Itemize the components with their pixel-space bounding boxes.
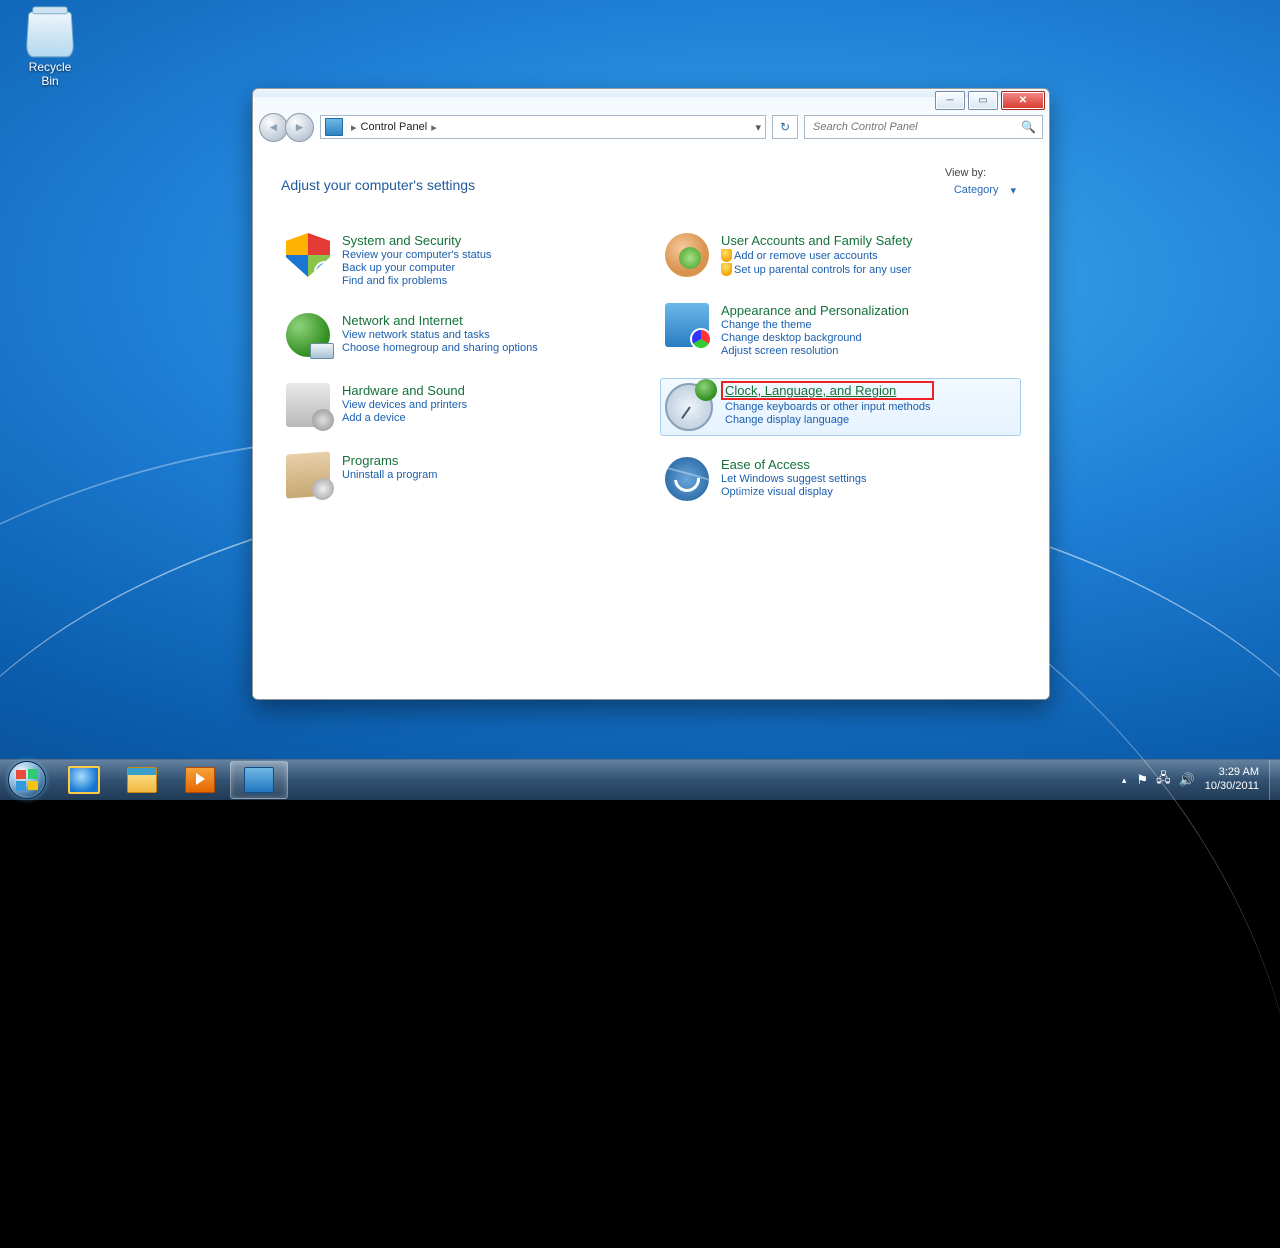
control-panel-icon bbox=[244, 767, 274, 793]
search-icon[interactable]: 🔍 bbox=[1021, 120, 1036, 134]
tray-time: 3:29 AM bbox=[1205, 766, 1259, 780]
category-system-security[interactable]: System and Security Review your computer… bbox=[281, 228, 642, 292]
annotation-highlight: Clock, Language, and Region bbox=[721, 381, 934, 400]
forward-button[interactable]: ► bbox=[285, 113, 314, 142]
nav-toolbar: ◄ ► ▸ Control Panel ▸ ▾ ↻ 🔍 bbox=[253, 111, 1049, 143]
breadcrumb-sep-icon[interactable]: ▸ bbox=[431, 121, 437, 134]
category-link[interactable]: Change display language bbox=[725, 414, 930, 426]
close-button[interactable]: ✕ bbox=[1001, 91, 1045, 110]
category-link[interactable]: Review your computer's status bbox=[342, 249, 491, 261]
media-player-icon bbox=[185, 767, 215, 793]
category-programs[interactable]: Programs Uninstall a program bbox=[281, 448, 642, 502]
category-link[interactable]: Optimize visual display bbox=[721, 486, 867, 498]
task-explorer[interactable] bbox=[114, 762, 170, 798]
task-ie[interactable] bbox=[56, 762, 112, 798]
task-media-player[interactable] bbox=[172, 762, 228, 798]
category-title[interactable]: Clock, Language, and Region bbox=[725, 383, 896, 398]
category-link[interactable]: Find and fix problems bbox=[342, 275, 491, 287]
category-link[interactable]: Choose homegroup and sharing options bbox=[342, 342, 538, 354]
view-by-control[interactable]: View by: Category ▾ bbox=[945, 167, 1021, 202]
accessibility-icon bbox=[665, 457, 709, 501]
category-link[interactable]: Adjust screen resolution bbox=[721, 345, 909, 357]
network-icon[interactable]: 🖧 bbox=[1156, 769, 1171, 791]
address-bar[interactable]: ▸ Control Panel ▸ ▾ bbox=[320, 115, 766, 139]
category-title[interactable]: System and Security bbox=[342, 233, 491, 248]
category-ease-of-access[interactable]: Ease of Access Let Windows suggest setti… bbox=[660, 452, 1021, 506]
start-button[interactable] bbox=[0, 760, 54, 800]
box-icon bbox=[286, 451, 330, 498]
refresh-button[interactable]: ↻ bbox=[772, 115, 798, 139]
category-network-internet[interactable]: Network and Internet View network status… bbox=[281, 308, 642, 362]
tray-overflow-button[interactable]: ▴ bbox=[1122, 775, 1127, 786]
category-link[interactable]: Uninstall a program bbox=[342, 469, 437, 481]
task-control-panel[interactable] bbox=[230, 761, 288, 799]
address-dropdown-icon[interactable]: ▾ bbox=[755, 121, 761, 134]
breadcrumb-sep-icon: ▸ bbox=[351, 121, 357, 134]
view-by-label: View by: bbox=[945, 167, 986, 179]
people-icon bbox=[665, 233, 709, 277]
left-column: System and Security Review your computer… bbox=[281, 228, 642, 506]
ie-icon bbox=[68, 766, 100, 794]
page-title: Adjust your computer's settings bbox=[281, 177, 475, 193]
content-area: Adjust your computer's settings View by:… bbox=[253, 143, 1049, 699]
uac-shield-icon bbox=[721, 263, 732, 276]
volume-icon[interactable]: 🔊 bbox=[1179, 772, 1195, 788]
back-button[interactable]: ◄ bbox=[259, 113, 288, 142]
category-appearance[interactable]: Appearance and Personalization Change th… bbox=[660, 298, 1021, 362]
search-box[interactable]: 🔍 bbox=[804, 115, 1043, 139]
category-title[interactable]: User Accounts and Family Safety bbox=[721, 233, 912, 248]
task-buttons bbox=[54, 760, 290, 800]
printer-icon bbox=[286, 383, 330, 427]
right-column: User Accounts and Family Safety Add or r… bbox=[660, 228, 1021, 506]
category-user-accounts[interactable]: User Accounts and Family Safety Add or r… bbox=[660, 228, 1021, 282]
category-link[interactable]: View devices and printers bbox=[342, 399, 467, 411]
globe-icon bbox=[286, 313, 330, 357]
titlebar[interactable]: ─ ▭ ✕ bbox=[253, 89, 1049, 111]
folder-icon bbox=[127, 767, 157, 793]
category-link[interactable]: View network status and tasks bbox=[342, 329, 538, 341]
category-link[interactable]: Back up your computer bbox=[342, 262, 491, 274]
category-link[interactable]: Set up parental controls for any user bbox=[721, 263, 912, 276]
chevron-down-icon: ▾ bbox=[1010, 184, 1016, 197]
category-link[interactable]: Change desktop background bbox=[721, 332, 909, 344]
category-link[interactable]: Add a device bbox=[342, 412, 467, 424]
category-hardware-sound[interactable]: Hardware and Sound View devices and prin… bbox=[281, 378, 642, 432]
category-title[interactable]: Appearance and Personalization bbox=[721, 303, 909, 318]
category-link[interactable]: Change the theme bbox=[721, 319, 909, 331]
clock-icon bbox=[665, 383, 713, 431]
category-link[interactable]: Add or remove user accounts bbox=[721, 249, 912, 262]
uac-shield-icon bbox=[721, 249, 732, 262]
tray-date: 10/30/2011 bbox=[1205, 780, 1259, 794]
windows-orb-icon bbox=[8, 761, 46, 799]
taskbar[interactable]: ▴ ⚑ 🖧 🔊 3:29 AM 10/30/2011 bbox=[0, 759, 1280, 800]
category-link[interactable]: Let Windows suggest settings bbox=[721, 473, 867, 485]
category-title[interactable]: Hardware and Sound bbox=[342, 383, 467, 398]
category-title[interactable]: Programs bbox=[342, 453, 437, 468]
system-tray: ▴ ⚑ 🖧 🔊 3:29 AM 10/30/2011 bbox=[1122, 760, 1269, 800]
tray-clock[interactable]: 3:29 AM 10/30/2011 bbox=[1205, 766, 1259, 794]
recycle-bin-label: Recycle Bin bbox=[20, 60, 80, 88]
maximize-button[interactable]: ▭ bbox=[968, 91, 998, 110]
view-by-value[interactable]: Category ▾ bbox=[949, 179, 1021, 202]
control-panel-icon bbox=[325, 118, 343, 136]
shield-icon bbox=[286, 233, 330, 277]
flag-icon[interactable]: ⚑ bbox=[1136, 772, 1148, 788]
recycle-bin[interactable]: Recycle Bin bbox=[20, 10, 80, 88]
show-desktop-button[interactable] bbox=[1269, 760, 1280, 800]
category-clock-language-region[interactable]: Clock, Language, and Region Change keybo… bbox=[660, 378, 1021, 436]
category-title[interactable]: Ease of Access bbox=[721, 457, 867, 472]
monitor-icon bbox=[665, 303, 709, 347]
recycle-bin-icon bbox=[25, 12, 74, 58]
breadcrumb-control-panel[interactable]: Control Panel bbox=[361, 121, 428, 133]
minimize-button[interactable]: ─ bbox=[935, 91, 965, 110]
search-input[interactable] bbox=[811, 120, 1021, 134]
control-panel-window: ─ ▭ ✕ ◄ ► ▸ Control Panel ▸ ▾ ↻ 🔍 bbox=[252, 88, 1050, 700]
category-link[interactable]: Change keyboards or other input methods bbox=[725, 401, 930, 413]
category-title[interactable]: Network and Internet bbox=[342, 313, 538, 328]
